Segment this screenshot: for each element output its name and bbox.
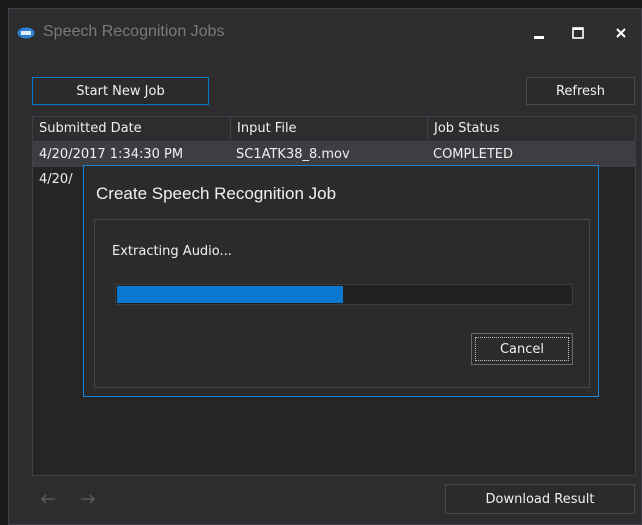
dialog-title: Create Speech Recognition Job [96,184,337,203]
progress-bar [115,284,573,305]
status-text: Extracting Audio... [112,244,232,259]
download-result-button[interactable]: Download Result [445,484,635,514]
title-bar[interactable]: Speech Recognition Jobs [9,9,641,55]
cell-submitted-date: 4/20/2017 1:34:30 PM [39,147,184,162]
forward-arrow-icon[interactable] [79,493,97,505]
cancel-button-label: Cancel [475,337,569,361]
column-header-input-file[interactable]: Input File [230,117,427,141]
minimize-button[interactable] [524,19,554,47]
cell-job-status: COMPLETED [433,147,513,162]
refresh-button[interactable]: Refresh [526,77,635,105]
table-header: Submitted Date Input File Job Status [33,117,635,142]
cancel-button[interactable]: Cancel [471,333,573,365]
back-arrow-icon[interactable] [39,493,57,505]
main-window: Speech Recognition Jobs Start New Job Re… [8,8,642,525]
start-new-job-button[interactable]: Start New Job [32,77,209,105]
close-button[interactable] [606,19,636,47]
column-header-submitted-date[interactable]: Submitted Date [33,117,230,141]
maximize-button[interactable] [563,19,593,47]
progress-bar-fill [117,286,343,303]
close-icon [616,28,626,38]
minimize-icon [534,36,544,39]
app-icon [17,27,35,39]
create-job-dialog: Create Speech Recognition Job Extracting… [83,165,599,397]
cell-input-file: SC1ATK38_8.mov [236,147,350,162]
table-row[interactable]: 4/20/2017 1:34:30 PM SC1ATK38_8.mov COMP… [33,142,635,167]
column-header-job-status[interactable]: Job Status [427,117,635,141]
dialog-content-panel: Extracting Audio... Cancel [94,219,590,388]
window-title: Speech Recognition Jobs [43,23,225,40]
maximize-icon [572,27,584,39]
